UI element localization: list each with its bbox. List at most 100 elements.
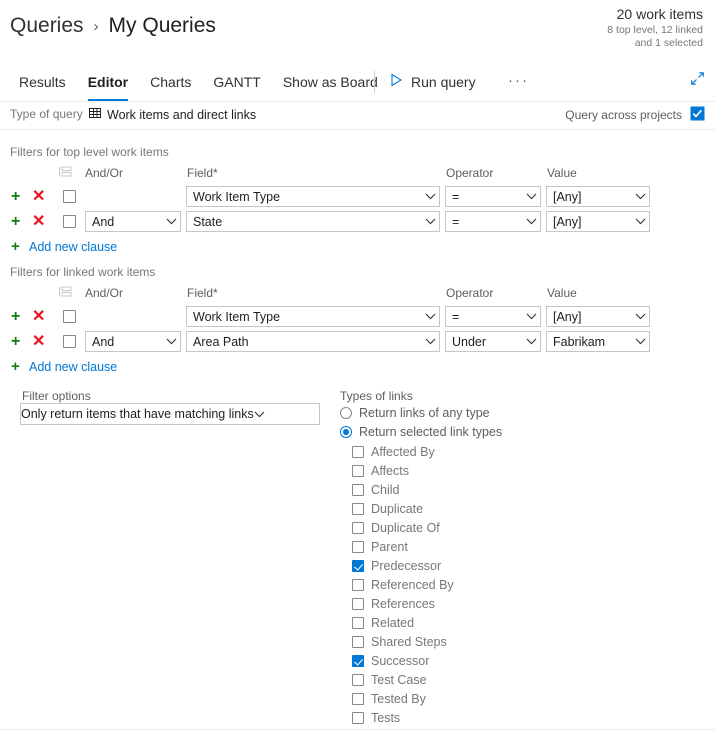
- tab-gantt[interactable]: GANTT: [202, 62, 271, 101]
- checkbox-icon: [352, 712, 364, 724]
- filter-row: + ✕ And Area Path Under Fabrikam: [0, 331, 715, 356]
- link-type-label: Duplicate Of: [371, 521, 440, 535]
- value-dropdown-value: [Any]: [553, 189, 582, 204]
- andor-dropdown[interactable]: And: [85, 331, 181, 352]
- add-clause-row-button[interactable]: +: [11, 189, 20, 205]
- add-new-clause-button[interactable]: + Add new clause: [0, 237, 250, 259]
- delete-clause-row-button[interactable]: ✕: [32, 309, 45, 325]
- breadcrumb: Queries › My Queries: [10, 14, 216, 38]
- andor-dropdown-value: And: [92, 334, 115, 349]
- row-select-checkbox[interactable]: [63, 190, 76, 203]
- work-item-count-detail-2: and 1 selected: [634, 36, 703, 49]
- filter-options-dropdown[interactable]: Only return items that have matching lin…: [20, 403, 320, 425]
- add-clause-row-button[interactable]: +: [11, 334, 20, 350]
- tab-editor[interactable]: Editor: [77, 62, 139, 101]
- linked-filters-header: And/Or Field* Operator Value: [0, 284, 715, 304]
- value-dropdown-value: [Any]: [553, 214, 582, 229]
- breadcrumb-root[interactable]: Queries: [10, 14, 84, 38]
- delete-clause-row-button[interactable]: ✕: [32, 189, 45, 205]
- radio-icon: [340, 407, 352, 419]
- value-dropdown[interactable]: [Any]: [546, 186, 650, 207]
- link-type-affected-by[interactable]: Affected By: [352, 445, 435, 459]
- add-clause-row-button[interactable]: +: [11, 309, 20, 325]
- link-type-test-case[interactable]: Test Case: [352, 673, 427, 687]
- value-dropdown-value: Fabrikam: [553, 334, 606, 349]
- checkbox-icon: [352, 579, 364, 591]
- link-type-references[interactable]: References: [352, 597, 435, 611]
- tab-show-as-board[interactable]: Show as Board: [272, 62, 389, 101]
- andor-dropdown[interactable]: And: [85, 211, 181, 232]
- field-dropdown-value: Work Item Type: [193, 189, 281, 204]
- operator-dropdown[interactable]: =: [445, 211, 541, 232]
- value-dropdown[interactable]: [Any]: [546, 211, 650, 232]
- link-type-duplicate[interactable]: Duplicate: [352, 502, 423, 516]
- row-select-checkbox[interactable]: [63, 215, 76, 228]
- field-dropdown[interactable]: Work Item Type: [186, 306, 440, 327]
- top-level-filters-header: And/Or Field* Operator Value: [0, 164, 715, 184]
- query-across-projects-checkbox[interactable]: [690, 106, 705, 124]
- checkbox-icon: [352, 598, 364, 610]
- link-type-tests[interactable]: Tests: [352, 711, 400, 725]
- row-select-checkbox[interactable]: [63, 310, 76, 323]
- link-type-label: References: [371, 597, 435, 611]
- chevron-down-icon: [631, 313, 649, 320]
- tab-results[interactable]: Results: [8, 62, 77, 101]
- field-dropdown[interactable]: Work Item Type: [186, 186, 440, 207]
- chevron-down-icon: [421, 313, 439, 320]
- filter-row: + ✕ Work Item Type = [Any]: [0, 306, 715, 331]
- link-type-affects[interactable]: Affects: [352, 464, 409, 478]
- query-type-row: Type of query Work items and direct link…: [0, 102, 715, 130]
- operator-dropdown[interactable]: Under: [445, 331, 541, 352]
- value-dropdown[interactable]: Fabrikam: [546, 331, 650, 352]
- link-type-parent[interactable]: Parent: [352, 540, 408, 554]
- tab-charts[interactable]: Charts: [139, 62, 202, 101]
- link-type-predecessor[interactable]: Predecessor: [352, 559, 441, 573]
- run-query-button[interactable]: Run query: [390, 70, 476, 94]
- query-type-value-text: Work items and direct links: [107, 107, 257, 122]
- chevron-down-icon: [421, 193, 439, 200]
- operator-dropdown[interactable]: =: [445, 186, 541, 207]
- work-item-count-detail-1: 8 top level, 12 linked: [607, 23, 703, 36]
- add-clause-row-button[interactable]: +: [11, 214, 20, 230]
- row-select-checkbox[interactable]: [63, 335, 76, 348]
- chevron-down-icon: [631, 218, 649, 225]
- field-dropdown[interactable]: Area Path: [186, 331, 440, 352]
- link-type-tested-by[interactable]: Tested By: [352, 692, 426, 706]
- operator-dropdown-value: =: [452, 189, 460, 204]
- more-options-button[interactable]: ···: [508, 71, 529, 91]
- field-dropdown-value: Work Item Type: [193, 309, 281, 324]
- chevron-down-icon: [522, 338, 540, 345]
- checkbox-icon: [352, 465, 364, 477]
- chevron-down-icon: [631, 338, 649, 345]
- link-type-label: Successor: [371, 654, 430, 668]
- chevron-down-icon: [421, 338, 439, 345]
- link-type-duplicate-of[interactable]: Duplicate Of: [352, 521, 440, 535]
- operator-dropdown[interactable]: =: [445, 306, 541, 327]
- group-icon: [58, 165, 73, 182]
- radio-return-any-link-type-label: Return links of any type: [359, 406, 490, 420]
- link-type-label: Test Case: [371, 673, 427, 687]
- query-across-projects-control[interactable]: Query across projects: [565, 106, 705, 124]
- radio-return-any-link-type[interactable]: Return links of any type: [340, 406, 490, 420]
- delete-clause-row-button[interactable]: ✕: [32, 334, 45, 350]
- radio-return-selected-link-types[interactable]: Return selected link types: [340, 425, 502, 439]
- link-type-successor[interactable]: Successor: [352, 654, 429, 668]
- link-type-related[interactable]: Related: [352, 616, 414, 630]
- add-new-clause-button[interactable]: + Add new clause: [0, 357, 250, 379]
- delete-clause-row-button[interactable]: ✕: [32, 214, 45, 230]
- page-header: Queries › My Queries 20 work items 8 top…: [0, 0, 715, 62]
- breadcrumb-current[interactable]: My Queries: [109, 14, 216, 38]
- link-type-referenced-by[interactable]: Referenced By: [352, 578, 454, 592]
- value-dropdown[interactable]: [Any]: [546, 306, 650, 327]
- column-header-field: Field*: [187, 286, 218, 300]
- filter-row: + ✕ And State = [Any]: [0, 211, 715, 236]
- link-type-child[interactable]: Child: [352, 483, 400, 497]
- expand-icon[interactable]: [690, 71, 705, 91]
- link-type-label: Shared Steps: [371, 635, 447, 649]
- field-dropdown[interactable]: State: [186, 211, 440, 232]
- query-type-value-button[interactable]: Work items and direct links: [88, 106, 256, 123]
- link-type-label: Child: [371, 483, 400, 497]
- chevron-down-icon: [254, 407, 265, 421]
- link-type-shared-steps[interactable]: Shared Steps: [352, 635, 447, 649]
- link-type-label: Predecessor: [371, 559, 442, 573]
